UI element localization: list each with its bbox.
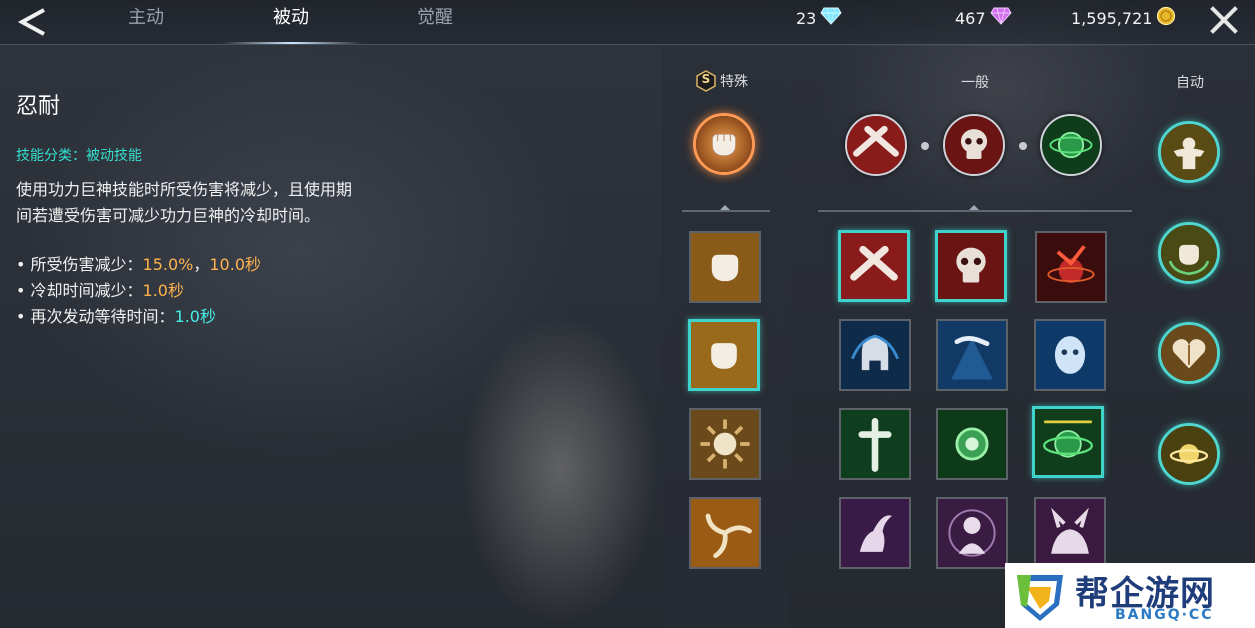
bullet-value: 1.0秒 (142, 281, 184, 300)
general-selected-crossed-arms-icon[interactable] (845, 114, 907, 176)
bullet-damage-reduction: • 所受伤害减少：15.0%，10.0秒 (16, 252, 261, 278)
general-green-orb-skill-icon[interactable] (936, 408, 1008, 480)
special-triskelion-skill-icon[interactable] (689, 497, 761, 569)
general-selected-skull-icon[interactable] (943, 114, 1005, 176)
purple-diamond-icon (989, 7, 1012, 29)
gold-currency: 1,595,721 (1071, 6, 1176, 30)
bullet-label: • 所受伤害减少： (16, 255, 143, 274)
purple-diamond-currency: 467 (955, 6, 1012, 30)
general-meditating-figure-skill-icon[interactable] (936, 497, 1008, 569)
blue-diamond-currency: 23 (796, 6, 842, 30)
general-column-header: 一般 (961, 75, 989, 91)
special-fist-skill-icon[interactable] (689, 231, 761, 303)
special-sun-emblem-skill-icon[interactable] (689, 408, 761, 480)
bullet-separator: ， (193, 255, 210, 274)
general-spartan-helmet-skill-icon[interactable] (839, 319, 911, 391)
selected-separator-dot (1019, 142, 1027, 150)
general-winged-figure-skill-icon[interactable] (839, 497, 911, 569)
watermark-subtitle: BANGQ·CC (1115, 607, 1214, 623)
general-crossed-arms-skill-icon[interactable] (838, 230, 910, 302)
special-column-label: 特殊 (720, 74, 748, 90)
bullet-value: 1.0秒 (174, 307, 216, 326)
skill-category: 技能分类：被动技能 (16, 148, 142, 164)
skill-title: 忍耐 (16, 94, 61, 119)
close-icon[interactable] (1208, 4, 1240, 36)
blue-diamond-count: 23 (796, 8, 817, 28)
gold-count: 1,595,721 (1071, 8, 1153, 28)
general-spirit-face-skill-icon[interactable] (1034, 319, 1106, 391)
bullet-cooldown-reduction: • 冷却时间减少：1.0秒 (16, 278, 184, 304)
special-column-header: S 特殊 (696, 70, 748, 92)
auto-column-header: 自动 (1176, 75, 1204, 91)
general-divider (818, 210, 1132, 212)
auto-fist-wreath-icon[interactable] (1158, 222, 1220, 284)
auto-heart-shield-icon[interactable] (1158, 322, 1220, 384)
general-holy-cross-skill-icon[interactable] (839, 408, 911, 480)
top-bar: 主动 被动 觉醒 23 467 1,595,721 (0, 0, 1255, 45)
general-selected-green-orb-icon[interactable] (1040, 114, 1102, 176)
purple-diamond-count: 467 (955, 8, 986, 28)
general-hand-beam-skill-icon[interactable] (936, 319, 1008, 391)
general-beast-skill-icon[interactable] (1034, 497, 1106, 569)
general-skull-skill-icon[interactable] (935, 230, 1007, 302)
special-fist-skill-equipped-icon[interactable] (688, 319, 760, 391)
back-arrow-icon[interactable] (14, 6, 50, 38)
general-red-burst-skill-icon[interactable] (1035, 231, 1107, 303)
blue-diamond-icon (820, 7, 842, 29)
special-divider-caret (720, 205, 730, 210)
skill-description: 使用功力巨神技能时所受伤害将减少，且使用期间若遭受伤害可减少功力巨神的冷却时间。 (16, 180, 353, 225)
general-divider-caret (969, 205, 979, 210)
bullet-label: • 再次发动等待时间： (16, 307, 175, 326)
bullet-value: 10.0秒 (209, 255, 262, 274)
auto-gold-planet-icon[interactable] (1158, 423, 1220, 485)
tab-passive-skills[interactable]: 被动 (231, 0, 351, 44)
special-selected-fist-icon[interactable] (693, 113, 755, 175)
watermark-logo-icon (1011, 567, 1069, 625)
active-tab-indicator (222, 42, 362, 44)
tab-active-skills[interactable]: 主动 (86, 0, 206, 44)
special-badge-icon: S (696, 70, 716, 92)
special-badge-letter: S (701, 72, 711, 86)
special-divider (682, 210, 770, 212)
auto-muscle-figure-icon[interactable] (1158, 121, 1220, 183)
general-green-orb-ring-skill-icon[interactable] (1032, 406, 1104, 478)
bullet-retrigger-wait: • 再次发动等待时间：1.0秒 (16, 304, 216, 330)
selected-separator-dot (921, 142, 929, 150)
site-watermark: 帮企游网 BANGQ·CC (1005, 563, 1255, 628)
bullet-value: 15.0% (142, 255, 194, 274)
bullet-label: • 冷却时间减少： (16, 281, 143, 300)
gold-coin-icon (1156, 6, 1176, 30)
tab-awakening-skills[interactable]: 觉醒 (375, 0, 495, 44)
